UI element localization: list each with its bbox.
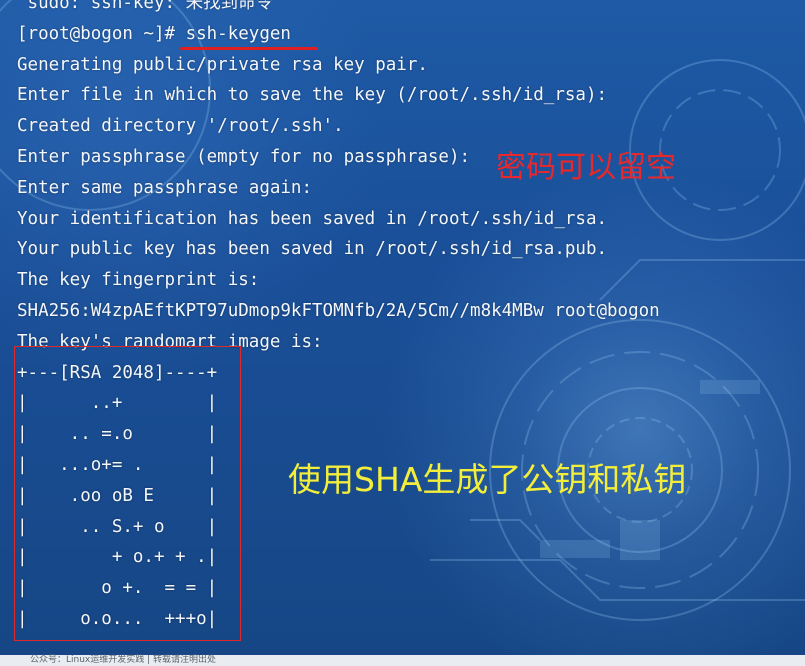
shell-prompt: [root@bogon ~]# xyxy=(17,23,186,44)
terminal-line-fingerprint: SHA256:W4zpAEftKPT97uDmop9kFTOMNfb/2A/5C… xyxy=(17,300,660,321)
terminal-line-previous: sudo: ssh-key: 未找到命令 xyxy=(17,0,274,13)
bottom-bar: 公众号：Linux运维开发实践 | 转载请注明出处 xyxy=(0,655,805,666)
randomart-highlight-box xyxy=(14,346,241,641)
command-underline xyxy=(180,46,318,50)
bottom-bar-text: 公众号：Linux运维开发实践 | 转载请注明出处 xyxy=(30,655,217,665)
keys-annotation: 使用SHA生成了公钥和私钥 xyxy=(288,460,687,499)
terminal-line: Your identification has been saved in /r… xyxy=(17,208,608,229)
terminal-line: Your public key has been saved in /root/… xyxy=(17,239,608,260)
terminal-line: Enter file in which to save the key (/ro… xyxy=(17,85,608,106)
terminal-line: The key fingerprint is: xyxy=(17,270,260,291)
terminal-command-line: [root@bogon ~]# ssh-keygen xyxy=(17,19,797,50)
terminal-line: Enter passphrase (empty for no passphras… xyxy=(17,146,471,167)
terminal-line: Generating public/private rsa key pair. xyxy=(17,54,428,75)
command-text: ssh-keygen xyxy=(185,23,291,44)
terminal-line: Created directory '/root/.ssh'. xyxy=(17,116,344,137)
passphrase-annotation: 密码可以留空 xyxy=(496,150,676,185)
terminal-line: Enter same passphrase again: xyxy=(17,177,313,198)
